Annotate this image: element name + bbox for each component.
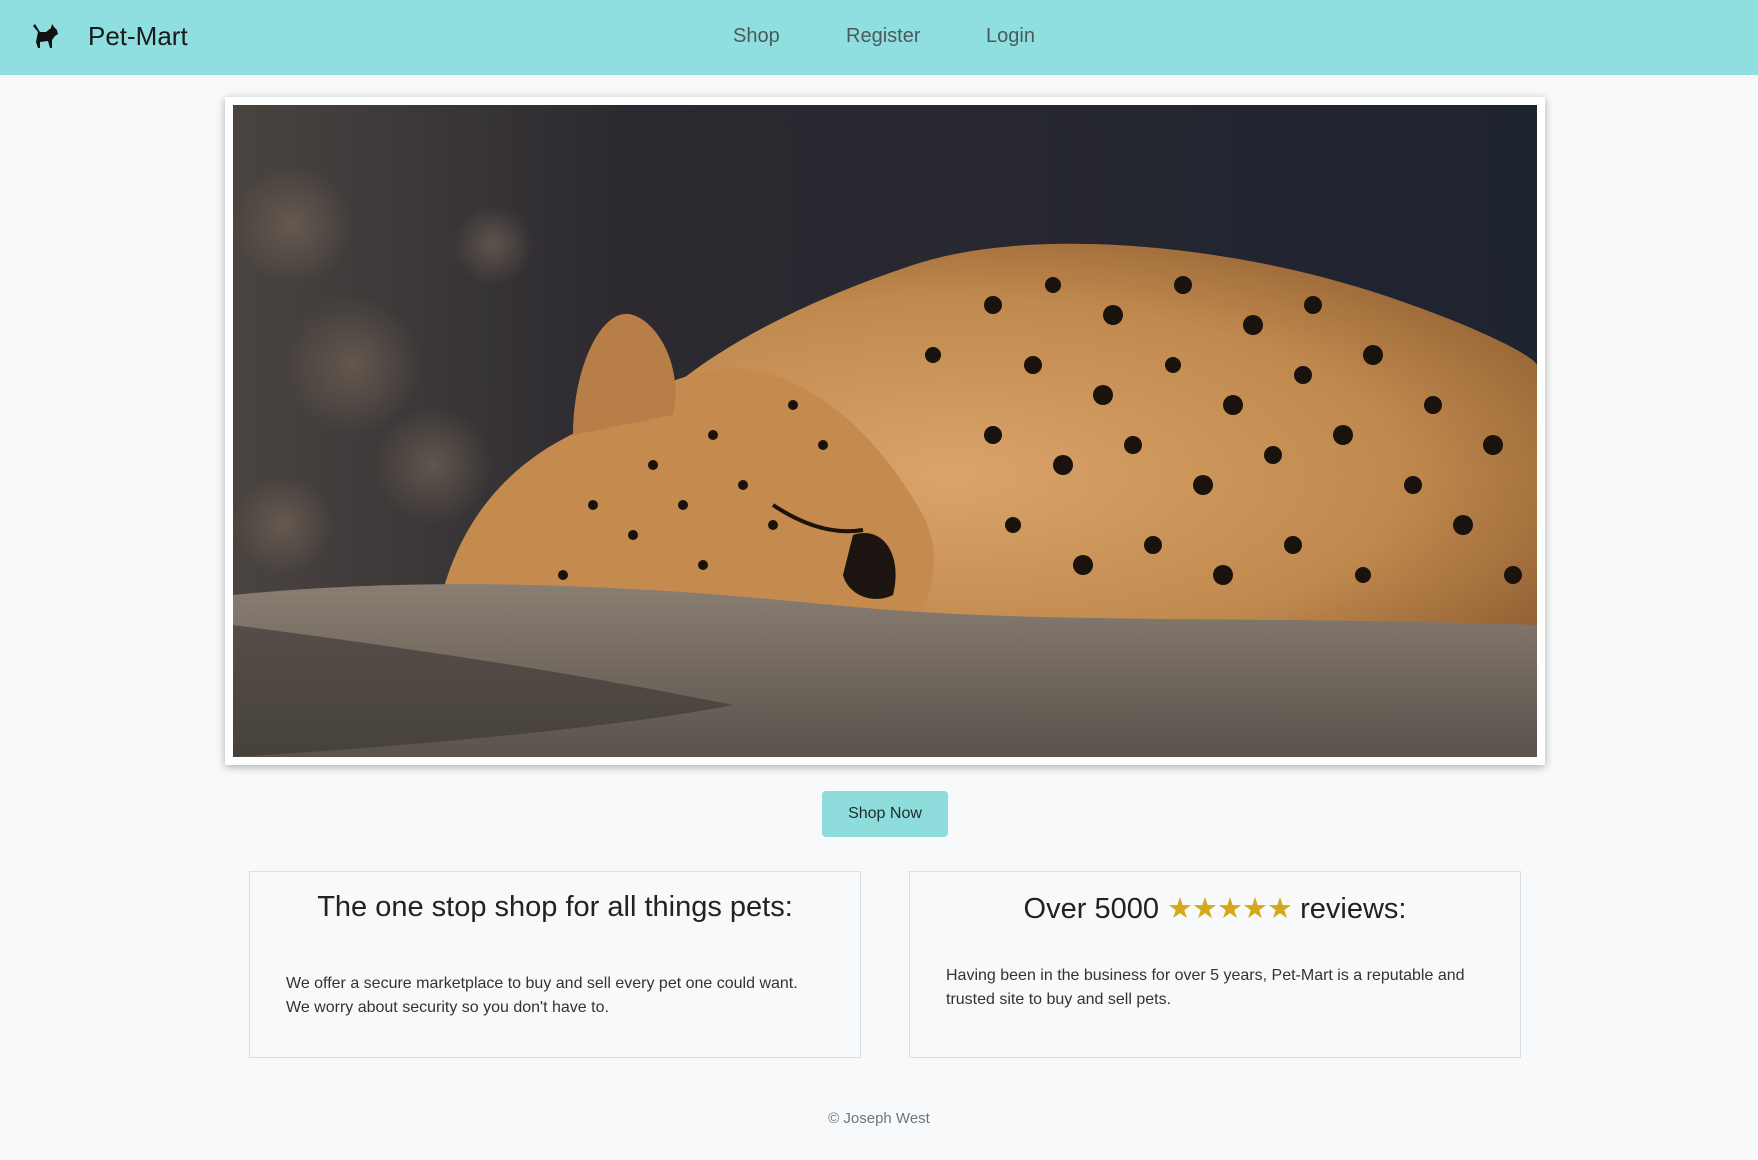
info-card-reviews: Over 5000 ★★★★★ reviews: Having been in …: [909, 871, 1521, 1058]
hero-image-frame: [225, 97, 1545, 765]
footer-copyright: © Joseph West: [828, 1110, 930, 1127]
card-title: Over 5000 ★★★★★ reviews:: [910, 891, 1520, 926]
dog-icon[interactable]: [30, 22, 60, 50]
nav-link-login[interactable]: Login: [986, 25, 1035, 48]
card-title: The one stop shop for all things pets:: [317, 891, 793, 923]
hero-cheetah-image: [233, 105, 1537, 757]
nav-link-shop[interactable]: Shop: [733, 25, 780, 48]
shop-now-button[interactable]: Shop Now: [822, 791, 948, 837]
card-body: We offer a secure marketplace to buy and…: [286, 975, 798, 1016]
nav-link-register[interactable]: Register: [846, 25, 920, 48]
reviews-count: Over 5000: [1023, 893, 1159, 925]
info-card-marketplace: The one stop shop for all things pets: W…: [249, 871, 861, 1058]
brand-name[interactable]: Pet-Mart: [88, 21, 188, 52]
card-body: Having been in the business for over 5 y…: [946, 967, 1465, 1008]
reviews-label: reviews:: [1300, 893, 1407, 925]
star-rating-icon: ★★★★★: [1167, 893, 1293, 925]
top-navbar: Pet-Mart Shop Register Login: [0, 0, 1758, 75]
